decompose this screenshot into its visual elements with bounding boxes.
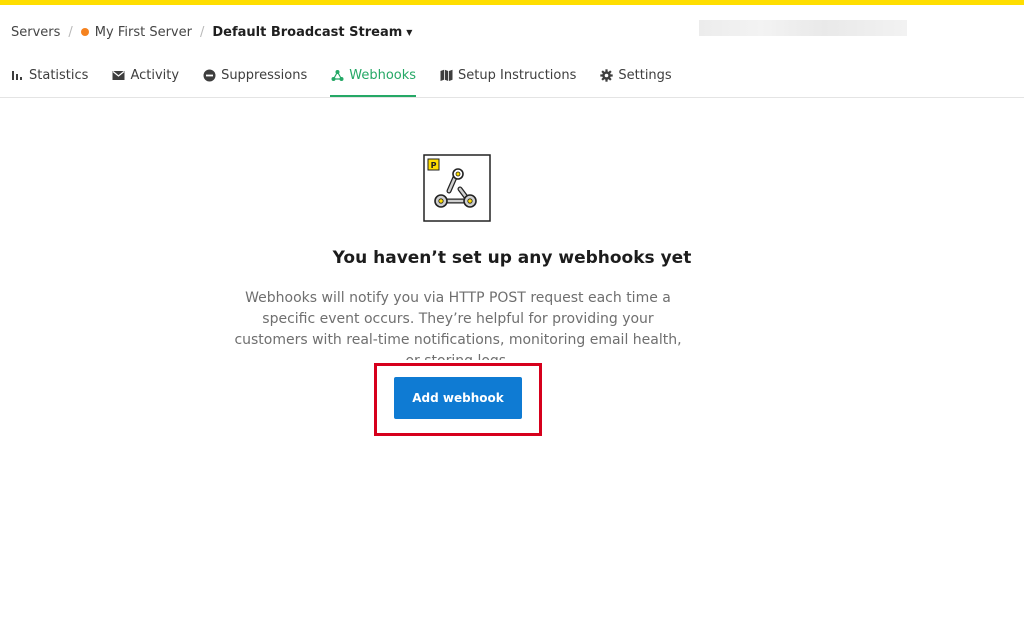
tab-statistics[interactable]: Statistics <box>10 64 88 86</box>
tab-suppressions[interactable]: Suppressions <box>202 64 307 86</box>
tab-label: Activity <box>130 67 180 83</box>
breadcrumb: Servers / My First Server / Default Broa… <box>11 22 412 42</box>
caret-down-icon: ▼ <box>406 27 413 37</box>
account-menu-placeholder[interactable] <box>699 20 907 36</box>
empty-state-description: Webhooks will notify you via HTTP POST r… <box>234 290 682 360</box>
tab-label: Setup Instructions <box>458 67 577 83</box>
server-tabs: Statistics Activity Suppressions Webhook… <box>10 64 695 97</box>
tab-activity[interactable]: Activity <box>111 64 179 86</box>
gear-icon <box>599 68 613 82</box>
tab-label: Settings <box>618 67 672 83</box>
envelope-icon <box>111 68 125 82</box>
tab-settings[interactable]: Settings <box>599 64 672 86</box>
webhooks-empty-state: P You haven’t set up any webhooks yet We… <box>0 97 1024 641</box>
server-status-dot <box>80 28 89 36</box>
breadcrumb-servers[interactable]: Servers <box>11 25 60 40</box>
tab-setup-instructions[interactable]: Setup Instructions <box>439 64 576 86</box>
tab-label: Statistics <box>29 67 89 83</box>
add-webhook-button[interactable]: Add webhook <box>394 377 522 419</box>
tab-label: Suppressions <box>221 67 308 83</box>
tab-label: Webhooks <box>349 67 417 83</box>
tab-webhooks[interactable]: Webhooks <box>330 64 417 97</box>
block-icon <box>202 68 216 82</box>
breadcrumb-separator: / <box>68 24 73 40</box>
pro-badge-letter: P <box>431 161 437 170</box>
page-header: Servers / My First Server / Default Broa… <box>0 5 1024 98</box>
breadcrumb-server[interactable]: My First Server <box>95 25 192 40</box>
stream-switcher[interactable]: Default Broadcast Stream ▼ <box>212 25 412 40</box>
breadcrumb-separator: / <box>199 24 205 40</box>
empty-state-title: You haven’t set up any webhooks yet <box>332 248 692 268</box>
stream-name: Default Broadcast Stream <box>212 24 403 40</box>
map-icon <box>439 68 453 82</box>
bar-chart-icon <box>10 68 24 82</box>
webhook-icon <box>330 68 344 82</box>
webhook-illustration-icon: P <box>423 154 491 222</box>
